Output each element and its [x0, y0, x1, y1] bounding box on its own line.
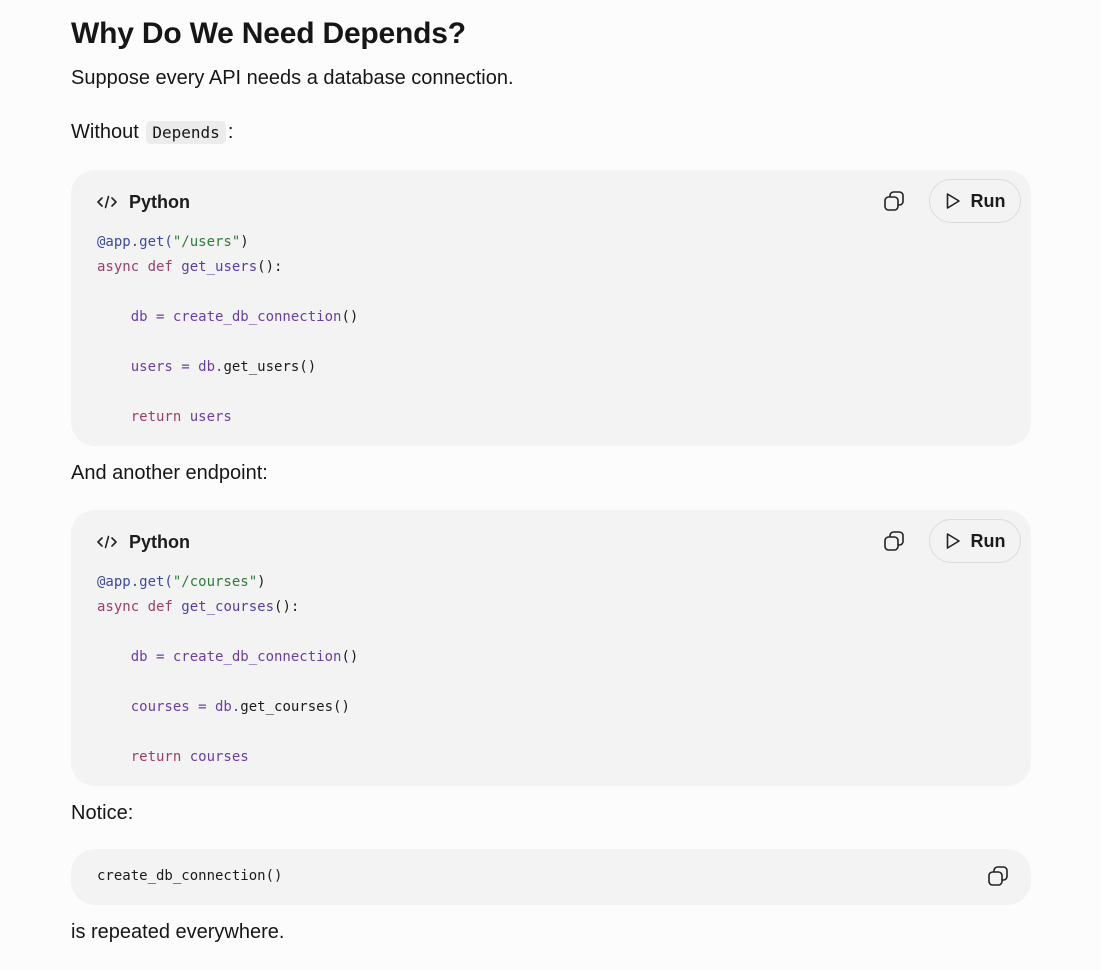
language-label: Python	[129, 191, 190, 212]
code-line: users = db.get_users()	[97, 355, 358, 380]
code-token: get_users()	[223, 359, 317, 375]
code-line: db = create_db_connection()	[97, 645, 359, 670]
code-token: @app.get(	[97, 234, 173, 250]
inline-code-depends: Depends	[146, 121, 226, 144]
code-token: )	[257, 574, 266, 590]
code-token: courses	[189, 749, 249, 765]
copy-button[interactable]	[880, 527, 908, 555]
code-token: db = create_db_connection	[97, 309, 342, 325]
notice-paragraph: Notice:	[71, 802, 134, 824]
without-text: Without	[71, 121, 139, 143]
code-line: @app.get("/users")	[97, 230, 358, 255]
code-token: get_courses()	[240, 699, 350, 715]
run-label: Run	[970, 530, 1006, 551]
code-token: async def	[97, 259, 182, 275]
section-heading: Why Do We Need Depends?	[71, 17, 466, 50]
copy-button[interactable]	[880, 187, 908, 215]
run-button[interactable]: Run	[929, 519, 1021, 563]
copy-icon	[884, 191, 904, 211]
code-block-snippet: create_db_connection()	[71, 849, 1031, 905]
another-paragraph: And another endpoint:	[71, 462, 268, 484]
without-colon: :	[227, 121, 234, 143]
code-token: ():	[274, 599, 300, 615]
copy-button[interactable]	[984, 862, 1012, 890]
code-token: return	[97, 749, 190, 765]
code-snippet: create_db_connection()	[97, 868, 283, 884]
code-line: async def get_users():	[97, 255, 358, 280]
code-line: courses = db.get_courses()	[97, 695, 358, 720]
code-token: users = db.	[97, 359, 224, 375]
code-token: "/users"	[172, 234, 241, 250]
code-line: db = create_db_connection()	[97, 305, 359, 330]
code-token: ()	[341, 649, 359, 665]
code-line: async def get_courses():	[97, 595, 358, 620]
code-listing: @app.get("/courses") async def get_course…	[97, 570, 358, 770]
code-token: "/courses"	[172, 574, 258, 590]
code-token: ():	[257, 259, 283, 275]
code-block-users: Python Run @app.get("/users") async def g…	[71, 170, 1031, 446]
code-line: @app.get("/courses")	[97, 570, 358, 595]
repeated-paragraph: is repeated everywhere.	[71, 921, 285, 943]
without-paragraph: Without Depends:	[71, 118, 233, 147]
run-button[interactable]: Run	[929, 179, 1021, 223]
code-token: get_courses	[181, 599, 275, 615]
code-token: db = create_db_connection	[97, 649, 342, 665]
code-icon	[97, 532, 117, 552]
code-token: get_users	[181, 259, 258, 275]
code-token: users	[189, 409, 232, 425]
intro-paragraph: Suppose every API needs a database conne…	[71, 67, 514, 89]
code-block-courses: Python Run @app.get("/courses") async def…	[71, 510, 1031, 786]
code-block-header: Python	[97, 530, 190, 554]
code-token: return	[97, 409, 190, 425]
run-label: Run	[970, 190, 1006, 211]
code-token: )	[240, 234, 249, 250]
copy-icon	[884, 531, 904, 551]
code-block-header: Python	[97, 190, 190, 214]
code-token: courses = db.	[97, 699, 241, 715]
play-icon	[946, 193, 960, 209]
code-token: async def	[97, 599, 182, 615]
code-token: @app.get(	[97, 574, 173, 590]
copy-icon	[988, 866, 1008, 886]
code-icon	[97, 192, 117, 212]
code-line: return users	[97, 405, 358, 430]
code-token: ()	[341, 309, 359, 325]
language-label: Python	[129, 531, 190, 552]
play-icon	[946, 533, 960, 549]
code-listing: @app.get("/users") async def get_users():…	[97, 230, 358, 430]
code-line: return courses	[97, 745, 358, 770]
